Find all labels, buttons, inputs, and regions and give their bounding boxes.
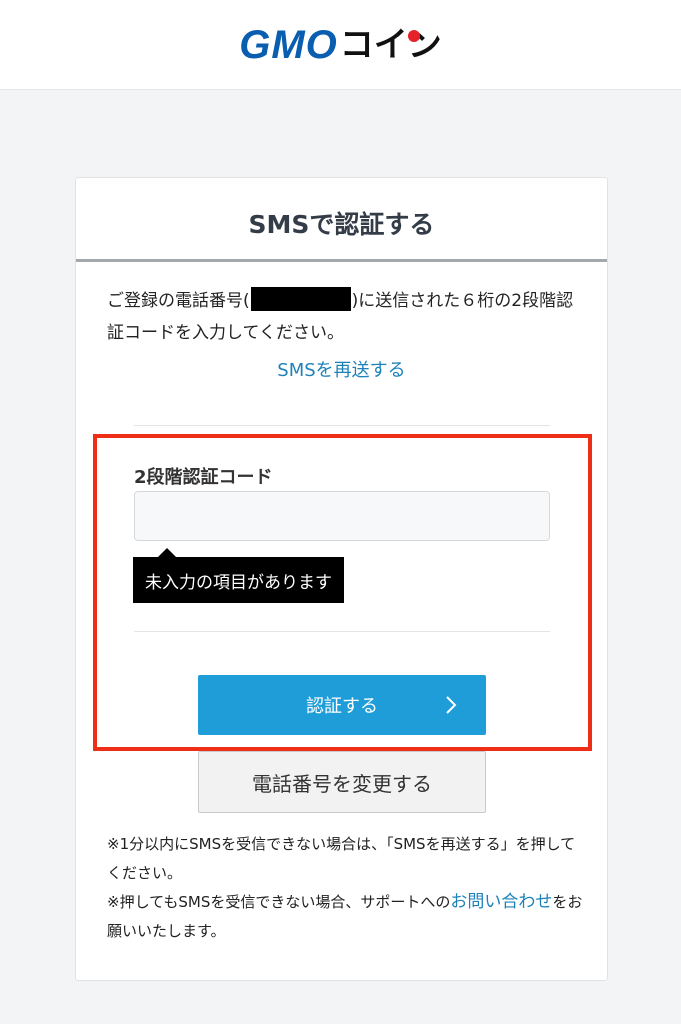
verify-button-label: 認証する	[306, 696, 378, 717]
required-error-tooltip: 未入力の項目があります	[133, 548, 344, 603]
verify-button[interactable]: 認証する	[198, 675, 486, 735]
note-support: ※押してもSMSを受信できない場合、サポートへのお問い合わせをお願いいたします。	[107, 888, 587, 946]
gmo-coin-logo[interactable]: GMO コイン	[239, 25, 442, 65]
tooltip-text: 未入力の項目があります	[145, 572, 332, 593]
change-phone-button[interactable]: 電話番号を変更する	[198, 751, 486, 813]
logo-red-dot	[407, 29, 420, 42]
resend-sms-link[interactable]: SMSを再送する	[76, 356, 607, 382]
divider-bottom	[134, 631, 550, 632]
sms-auth-card: SMSで認証する ご登録の電話番号()に送信された６桁の2段階認証コードを入力し…	[75, 177, 608, 981]
contact-support-link[interactable]: お問い合わせ	[450, 892, 552, 912]
help-notes: ※1分以内にSMSを受信できない場合は、「SMSを再送する」を押してください。 …	[107, 830, 587, 946]
code-field-label: 2段階認証コード	[134, 467, 273, 488]
divider-top	[134, 425, 550, 426]
note-support-before: ※押してもSMSを受信できない場合、サポートへの	[107, 893, 451, 911]
tooltip-arrow	[158, 548, 176, 557]
auth-code-input[interactable]	[134, 491, 550, 541]
instruction-text: ご登録の電話番号()に送信された６桁の2段階認証コードを入力してください。	[107, 285, 587, 349]
logo-coin-text: コイン	[340, 28, 442, 62]
note-resend: ※1分以内にSMSを受信できない場合は、「SMSを再送する」を押してください。	[107, 835, 576, 882]
instruction-text-before: ご登録の電話番号(	[107, 291, 250, 311]
site-header: GMO コイン	[0, 0, 681, 90]
redacted-phone-number	[250, 287, 351, 311]
logo-coin-label: コイン	[339, 24, 442, 65]
page-title: SMSで認証する	[76, 178, 607, 262]
logo-gmo-text: GMO	[239, 22, 338, 67]
chevron-right-icon	[444, 675, 458, 735]
